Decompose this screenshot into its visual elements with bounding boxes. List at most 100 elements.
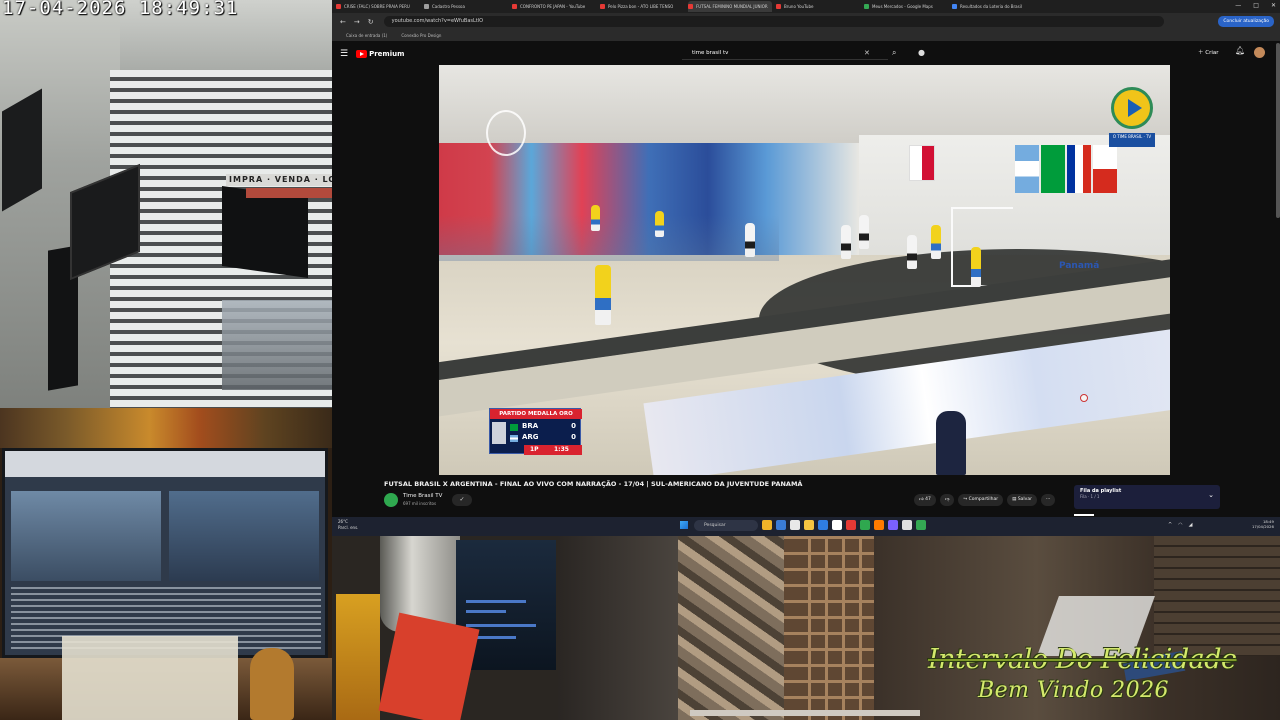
url-input[interactable]: youtube.com/watch?v=eWfuBasLtlO [383, 16, 1164, 27]
clear-search-icon[interactable]: ✕ [864, 47, 870, 60]
monitor-video-2 [169, 491, 319, 581]
taskbar-app-icon[interactable] [762, 520, 772, 530]
reload-icon[interactable]: ↻ [368, 18, 374, 26]
share-button[interactable]: ↪ Compartilhar [958, 494, 1004, 506]
bookmarks-bar: Caixa de entrada (1) Conexão Pro Design [332, 30, 1280, 41]
playlist-queue[interactable]: Fila da playlist Fila · 1 / 1 ⌄ [1074, 485, 1220, 509]
browser-window: CRISE (FALC) SOBRE PRAIA PERU Cadastro Pe… [332, 0, 1280, 536]
taskbar-app-icon[interactable] [916, 520, 926, 530]
browser-tab[interactable]: Bruno YouTube [776, 1, 860, 12]
camera-feed-bottom-right [558, 536, 1280, 720]
channel-avatar[interactable] [384, 493, 398, 507]
dislike-button[interactable]: 👎︎ [939, 494, 955, 506]
hamburger-menu-icon[interactable]: ☰ [340, 49, 348, 59]
taskbar-app-icon[interactable] [818, 520, 828, 530]
video-player[interactable]: Panamá O TIME BRASIL · TV PARTIDO MEDALL… [439, 65, 1170, 475]
team1-name: BRA [522, 422, 539, 430]
taskbar-app-icon[interactable] [804, 520, 814, 530]
page-scrollbar[interactable] [1276, 43, 1280, 218]
browser-tab[interactable]: Cadastro Pessoa [424, 1, 508, 12]
volume-icon[interactable]: ◢ [1189, 520, 1193, 530]
browser-tab[interactable]: CONFRONTO PE JAPAN - YouTube [512, 1, 596, 12]
finish-update-button[interactable]: Concluir atualização [1218, 16, 1274, 27]
browser-tab[interactable]: Resultados da Loteria do Brasil [952, 1, 1036, 12]
browser-tab[interactable]: FUTSAL FEMININO MUNDIAL JUNIOR [688, 1, 772, 12]
search-input[interactable]: time brasil tv [682, 47, 888, 60]
taskbar-app-icon[interactable] [874, 520, 884, 530]
search-icon[interactable]: ⌕ [892, 46, 896, 60]
progress-indicator [1074, 514, 1094, 516]
weather-widget[interactable]: 26°C Parcl. ens. [338, 519, 358, 531]
curtain [558, 536, 686, 720]
back-icon[interactable]: ← [340, 18, 346, 26]
camera-timestamp: 17-04-2026 18:49:31 [2, 0, 239, 19]
bookmark-design[interactable]: Conexão Pro Design [401, 33, 441, 38]
screen: IMPRA · VENDA · LOT 17-04-2026 18:49:31 … [0, 0, 1280, 720]
start-button-icon[interactable] [680, 521, 688, 529]
taskbar-clock[interactable]: 18:49 17/04/2026 [1252, 519, 1274, 529]
taskbar-app-icon[interactable] [790, 520, 800, 530]
tab-favicon-icon [688, 4, 693, 9]
youtube-logo[interactable]: Premium [356, 50, 404, 58]
channel-name[interactable]: Time Brasil TV [403, 493, 442, 499]
wooden-lattice-bars [794, 536, 864, 720]
taskbar-app-icon[interactable] [776, 520, 786, 530]
scoreboard-row-team2: ARG 0 [508, 432, 582, 442]
channel-subscribers: 697 mil inscritos [403, 501, 437, 506]
scoreboard-clock-bar: 1P 1:35 [524, 445, 582, 455]
browser-tab[interactable]: Meus Mercados - Google Maps [864, 1, 948, 12]
tab-label: Meus Mercados - Google Maps [872, 4, 933, 9]
clock-date: 17/04/2026 [1252, 524, 1274, 529]
wall-tv-right [222, 185, 308, 279]
player-arg-1 [745, 223, 755, 257]
player-bra-1 [595, 265, 611, 325]
scoreboard-logo [492, 422, 506, 444]
desk-monitor [2, 448, 328, 658]
save-button[interactable]: ▤ Salvar [1007, 494, 1037, 506]
minimize-icon[interactable]: — [1235, 2, 1241, 9]
tray-chevron-icon[interactable]: ^ [1168, 520, 1172, 530]
taskbar-app-icon[interactable] [902, 520, 912, 530]
create-button[interactable]: ＋ Criar [1198, 48, 1219, 56]
more-actions-button[interactable]: ··· [1040, 494, 1056, 506]
tab-favicon-icon [600, 4, 605, 9]
tab-label: Bruno YouTube [784, 4, 814, 9]
like-button[interactable]: 👍︎ 47 [914, 494, 936, 506]
browser-tab[interactable]: CRISE (FALC) SOBRE PRAIA PERU [336, 1, 420, 12]
tab-favicon-icon [424, 4, 429, 9]
share-label: Compartilhar [968, 497, 999, 502]
wifi-icon[interactable]: ◠ [1178, 520, 1182, 530]
taskbar-app-icon[interactable] [888, 520, 898, 530]
notifications-bell-icon[interactable]: 🔔︎ [1235, 46, 1245, 55]
user-avatar[interactable] [1254, 47, 1265, 58]
taskbar-app-icon[interactable] [832, 520, 842, 530]
camera-feed-top-left: IMPRA · VENDA · LOT 17-04-2026 18:49:31 [0, 0, 332, 408]
goal-net [951, 207, 1013, 287]
browser-tab[interactable]: Pelo Pizza bon - ATO LIBE TENSO [600, 1, 684, 12]
store-sign: IMPRA · VENDA · LOT [226, 174, 332, 186]
tab-label: CRISE (FALC) SOBRE PRAIA PERU [344, 4, 410, 9]
chevron-down-icon[interactable]: ⌄ [1208, 491, 1214, 499]
playlist-subtitle: Fila · 1 / 1 [1080, 494, 1100, 499]
player-arg-3 [907, 235, 917, 269]
close-icon[interactable]: ✕ [1271, 2, 1276, 9]
tab-favicon-icon [864, 4, 869, 9]
forward-icon[interactable]: → [354, 18, 360, 26]
channel-watermark-label: O TIME BRASIL · TV [1109, 133, 1155, 147]
bookmark-inbox[interactable]: Caixa de entrada (1) [346, 33, 387, 38]
weather-desc: Parcl. ens. [338, 525, 359, 530]
tab-label: Cadastro Pessoa [432, 4, 465, 9]
tab-favicon-icon [336, 4, 341, 9]
maximize-icon[interactable]: □ [1253, 2, 1259, 9]
taskbar-search[interactable]: Pesquisar [694, 520, 758, 531]
player-bra-4 [591, 205, 600, 231]
taskbar-app-icon[interactable] [860, 520, 870, 530]
taskbar-apps [762, 520, 926, 530]
subscribed-button[interactable]: ✓ [452, 494, 472, 506]
taskbar-app-icon[interactable] [846, 520, 856, 530]
monitor-browser-bar [5, 451, 325, 477]
overlay-subtitle: Bem Vindo 2026 [978, 678, 1170, 703]
window-controls: — □ ✕ [1235, 2, 1276, 9]
microphone-icon[interactable]: ● [918, 46, 925, 60]
video-actions: 👍︎ 47 👎︎ ↪ Compartilhar ▤ Salvar ··· [914, 494, 1056, 506]
